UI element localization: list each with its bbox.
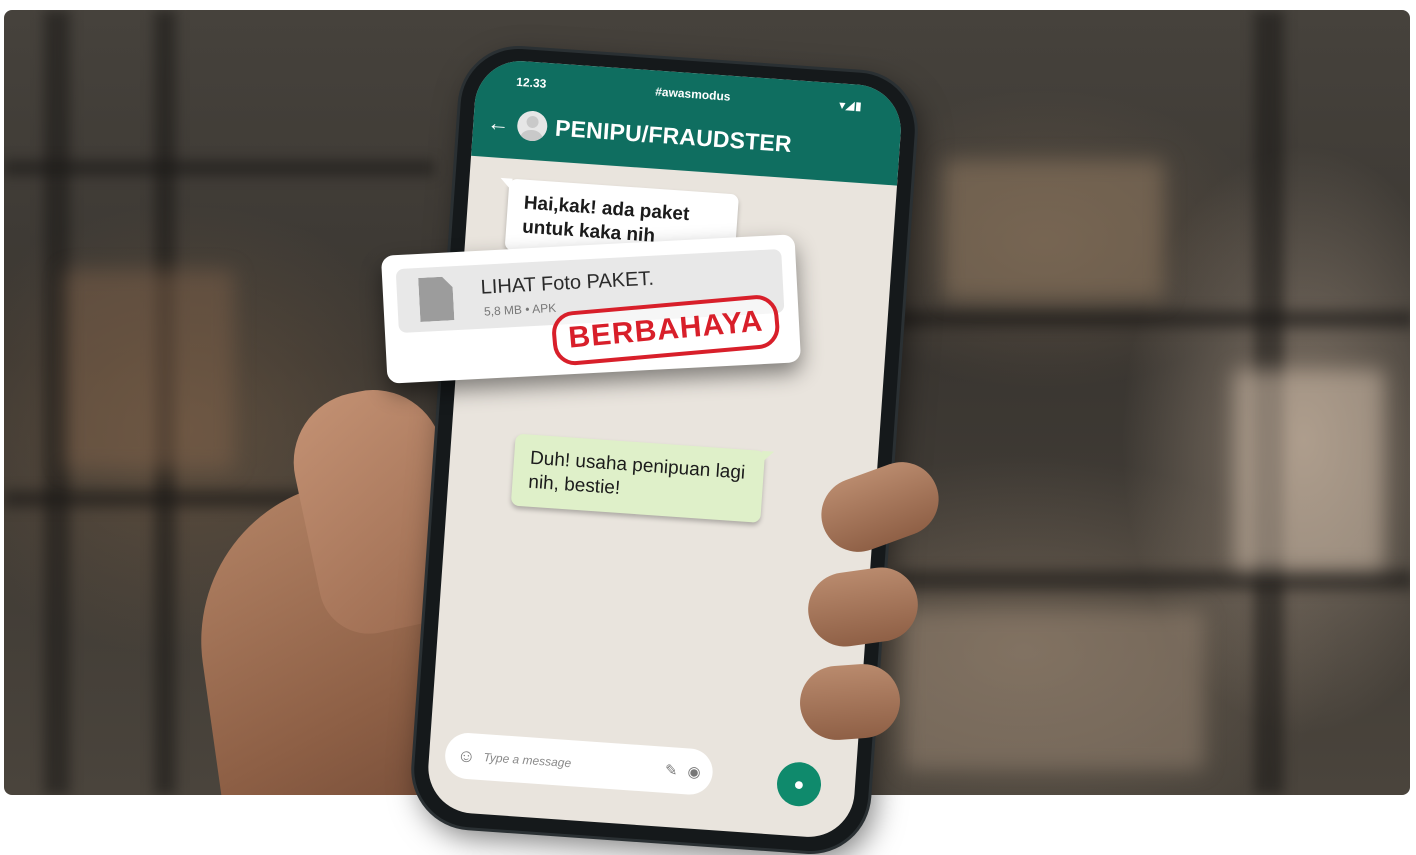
blurred-box <box>944 160 1164 300</box>
message-placeholder: Type a message <box>483 750 572 771</box>
shelf-board <box>894 310 1410 328</box>
attach-icon[interactable]: ✎ <box>664 761 678 780</box>
attachment-name: LIHAT Foto PAKET. <box>480 267 655 299</box>
blurred-box <box>64 270 234 470</box>
shelf-board <box>894 570 1410 590</box>
camera-icon[interactable]: ◉ <box>687 762 701 781</box>
shelf-board <box>4 160 434 176</box>
status-hashtag: #awasmodus <box>654 84 731 104</box>
mic-button[interactable]: ● <box>775 760 823 808</box>
contact-name: PENIPU/FRAUDSTER <box>554 114 793 157</box>
back-arrow-icon[interactable]: ← <box>487 110 511 136</box>
attachment-meta: 5,8 MB • APK <box>483 300 557 319</box>
chat-header: 12.33 #awasmodus ▾◢▮ ← PENIPU/FRAUDSTER <box>471 58 904 186</box>
mic-icon: ● <box>792 773 806 795</box>
signal-battery-icon: ▾◢▮ <box>839 98 863 113</box>
attachment-card[interactable]: LIHAT Foto PAKET. 5,8 MB • APK BERBAHAYA <box>380 234 802 384</box>
file-icon <box>418 276 454 322</box>
message-input[interactable]: ☺ Type a message ✎ ◉ <box>443 731 715 797</box>
blurred-box <box>1234 370 1384 570</box>
blurred-box <box>904 610 1204 770</box>
status-time: 12.33 <box>515 74 547 91</box>
avatar[interactable] <box>516 109 549 142</box>
outgoing-message: Duh! usaha penipuan lagi nih, bestie! <box>510 433 766 523</box>
emoji-icon[interactable]: ☺ <box>456 745 477 767</box>
contact-row[interactable]: ← PENIPU/FRAUDSTER <box>486 103 891 171</box>
